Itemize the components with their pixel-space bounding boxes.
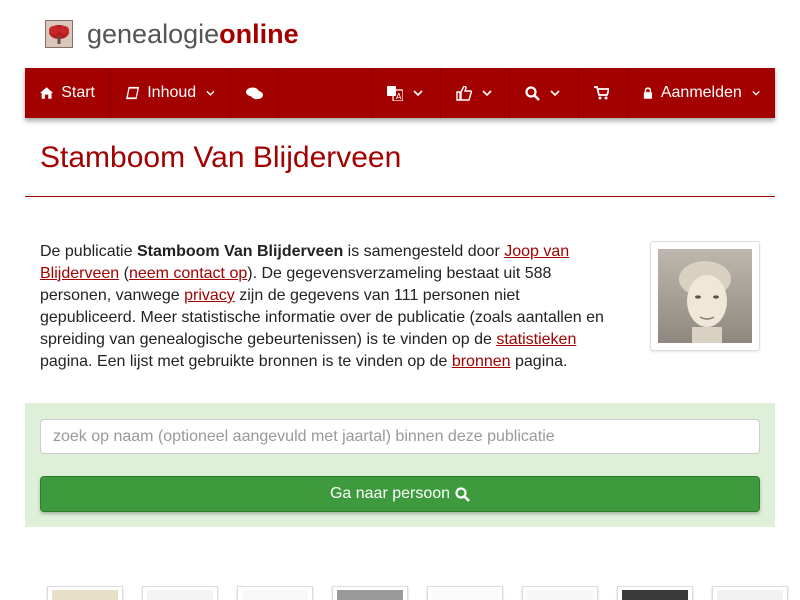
- nav-shop[interactable]: [579, 68, 628, 118]
- nav-login-label: Aanmelden: [660, 84, 742, 101]
- nav-inhoud[interactable]: Inhoud: [111, 68, 231, 118]
- intro-text: is samengesteld door: [343, 243, 505, 260]
- media-thumbnail[interactable]: [332, 586, 408, 600]
- nav-recommend[interactable]: [441, 68, 510, 118]
- media-thumbnail-strip: [47, 586, 797, 600]
- media-thumbnail[interactable]: [142, 586, 218, 600]
- title-divider: [25, 196, 775, 197]
- chevron-down-icon: [550, 89, 560, 96]
- nav-inhoud-label: Inhoud: [147, 84, 197, 101]
- svg-text:A: A: [396, 92, 402, 101]
- search-icon: [455, 486, 470, 502]
- person-search-input[interactable]: [40, 419, 760, 454]
- privacy-link[interactable]: privacy: [184, 287, 235, 304]
- tree-icon[interactable]: [45, 20, 73, 48]
- chevron-down-icon: [752, 90, 760, 96]
- media-thumbnail[interactable]: [427, 586, 503, 600]
- thumbs-up-icon: [456, 85, 472, 101]
- nav-search[interactable]: [510, 68, 579, 118]
- nav-forum[interactable]: [231, 68, 279, 118]
- intro-text: De publicatie: [40, 243, 137, 260]
- nav-start[interactable]: Start: [25, 68, 111, 118]
- media-thumbnail[interactable]: [617, 586, 693, 600]
- logo-text-online: online: [219, 19, 299, 49]
- media-thumbnail[interactable]: [237, 586, 313, 600]
- main-navbar: Start Inhoud A Aanmelden: [25, 68, 775, 118]
- intro-text: pagina. Een lijst met gebruikte bronnen …: [40, 353, 452, 370]
- site-header: genealogieonline: [0, 0, 800, 68]
- language-icon: A: [387, 85, 403, 101]
- chevron-down-icon: [482, 89, 492, 96]
- author-portrait[interactable]: [650, 241, 760, 351]
- intro-text: pagina.: [510, 353, 568, 370]
- page-title: Stamboom Van Blijderveen: [40, 141, 402, 174]
- search-icon: [525, 85, 540, 101]
- site-logo[interactable]: genealogieonline: [87, 17, 299, 51]
- chevron-down-icon: [413, 89, 423, 96]
- go-to-person-label: Ga naar persoon: [329, 485, 451, 502]
- nav-start-label: Start: [61, 84, 95, 101]
- media-thumbnail[interactable]: [712, 586, 788, 600]
- cart-icon: [594, 86, 609, 100]
- home-icon: [40, 87, 54, 99]
- contact-link[interactable]: neem contact op: [129, 265, 247, 282]
- publication-name: Stamboom Van Blijderveen: [136, 243, 344, 260]
- publication-search-panel: Ga naar persoon: [25, 403, 775, 527]
- book-icon: [126, 86, 140, 100]
- logo-text-genealogie: genealogie: [87, 19, 220, 49]
- portrait-image: [658, 249, 752, 343]
- lock-icon: [643, 87, 653, 99]
- nav-login[interactable]: Aanmelden: [628, 68, 775, 118]
- chevron-down-icon: [206, 90, 215, 96]
- media-thumbnail[interactable]: [47, 586, 123, 600]
- statistics-link[interactable]: statistieken: [496, 331, 576, 348]
- media-thumbnail[interactable]: [522, 586, 598, 600]
- sources-link[interactable]: bronnen: [452, 353, 511, 370]
- nav-language[interactable]: A: [372, 68, 441, 118]
- go-to-person-button[interactable]: Ga naar persoon: [40, 476, 760, 512]
- publication-intro: De publicatie Stamboom Van Blijderveen i…: [40, 241, 620, 373]
- comments-icon: [246, 87, 263, 99]
- nav-spacer: [279, 68, 372, 118]
